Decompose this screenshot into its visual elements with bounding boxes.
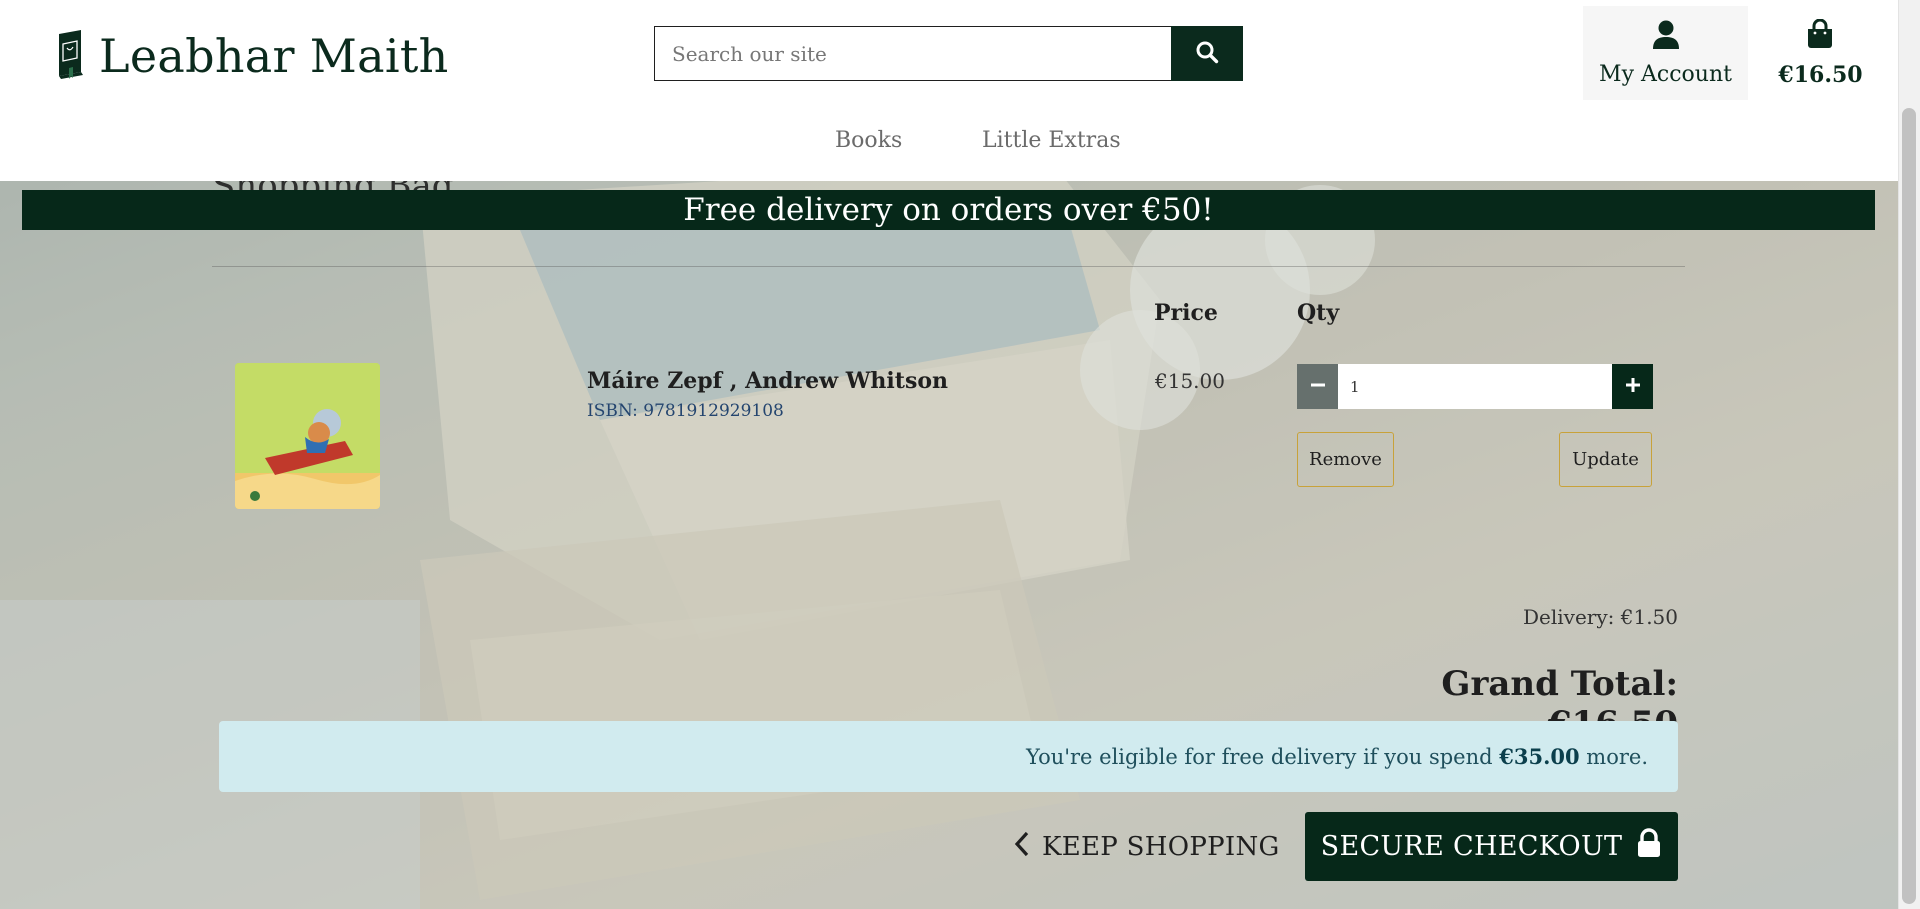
- search-icon: [1195, 40, 1219, 68]
- lock-icon: [1636, 828, 1662, 865]
- site-logo[interactable]: Leabhar Maith: [55, 28, 449, 84]
- free-delivery-amount: €35.00: [1499, 744, 1580, 769]
- divider: [212, 266, 1685, 267]
- free-delivery-suffix: more.: [1579, 745, 1648, 769]
- remove-button[interactable]: Remove: [1297, 432, 1394, 487]
- decrement-button[interactable]: [1297, 364, 1338, 409]
- minus-icon: [1310, 377, 1326, 397]
- search-input[interactable]: [654, 26, 1171, 81]
- update-button[interactable]: Update: [1559, 432, 1652, 487]
- bag-total: €16.50: [1778, 62, 1863, 88]
- shopping-bag-icon: [1806, 18, 1834, 53]
- book-logo-icon: [55, 28, 87, 84]
- page-scrollbar[interactable]: [1898, 0, 1920, 909]
- free-delivery-prefix: You're eligible for free delivery if you…: [1026, 745, 1500, 769]
- keep-shopping-label: KEEP SHOPPING: [1042, 832, 1280, 862]
- site-header: Leabhar Maith My Account: [0, 0, 1898, 181]
- qty-column-header: Qty: [1297, 300, 1340, 326]
- free-delivery-banner: Free delivery on orders over €50!: [22, 190, 1875, 230]
- price-column-header: Price: [1154, 300, 1218, 326]
- main-nav: Books Little Extras: [0, 118, 1898, 162]
- user-icon: [1652, 20, 1680, 54]
- free-delivery-alert: You're eligible for free delivery if you…: [219, 721, 1678, 792]
- chevron-left-icon: [1014, 831, 1030, 864]
- search-form: [654, 26, 1243, 81]
- quantity-input[interactable]: [1338, 364, 1612, 409]
- product-authors[interactable]: Máire Zepf , Andrew Whitson: [587, 368, 948, 394]
- my-account-button[interactable]: My Account: [1583, 6, 1748, 100]
- my-account-label: My Account: [1599, 62, 1732, 87]
- secure-checkout-label: SECURE CHECKOUT: [1320, 831, 1623, 862]
- quantity-stepper: [1297, 364, 1653, 409]
- scrollbar-thumb[interactable]: [1902, 108, 1916, 904]
- product-isbn: ISBN: 9781912929108: [587, 401, 784, 421]
- plus-icon: [1625, 377, 1641, 397]
- keep-shopping-link[interactable]: KEEP SHOPPING: [1014, 827, 1280, 867]
- search-button[interactable]: [1171, 26, 1243, 81]
- product-price: €15.00: [1155, 369, 1225, 393]
- nav-item-books[interactable]: Books: [835, 128, 902, 153]
- delivery-cost: Delivery: €1.50: [1522, 605, 1678, 629]
- shopping-bag-button[interactable]: €16.50: [1778, 6, 1863, 100]
- increment-button[interactable]: [1612, 364, 1653, 409]
- product-cover-image[interactable]: [235, 363, 380, 509]
- logo-text: Leabhar Maith: [99, 29, 449, 83]
- secure-checkout-button[interactable]: SECURE CHECKOUT: [1305, 812, 1678, 881]
- nav-item-little-extras[interactable]: Little Extras: [982, 128, 1121, 153]
